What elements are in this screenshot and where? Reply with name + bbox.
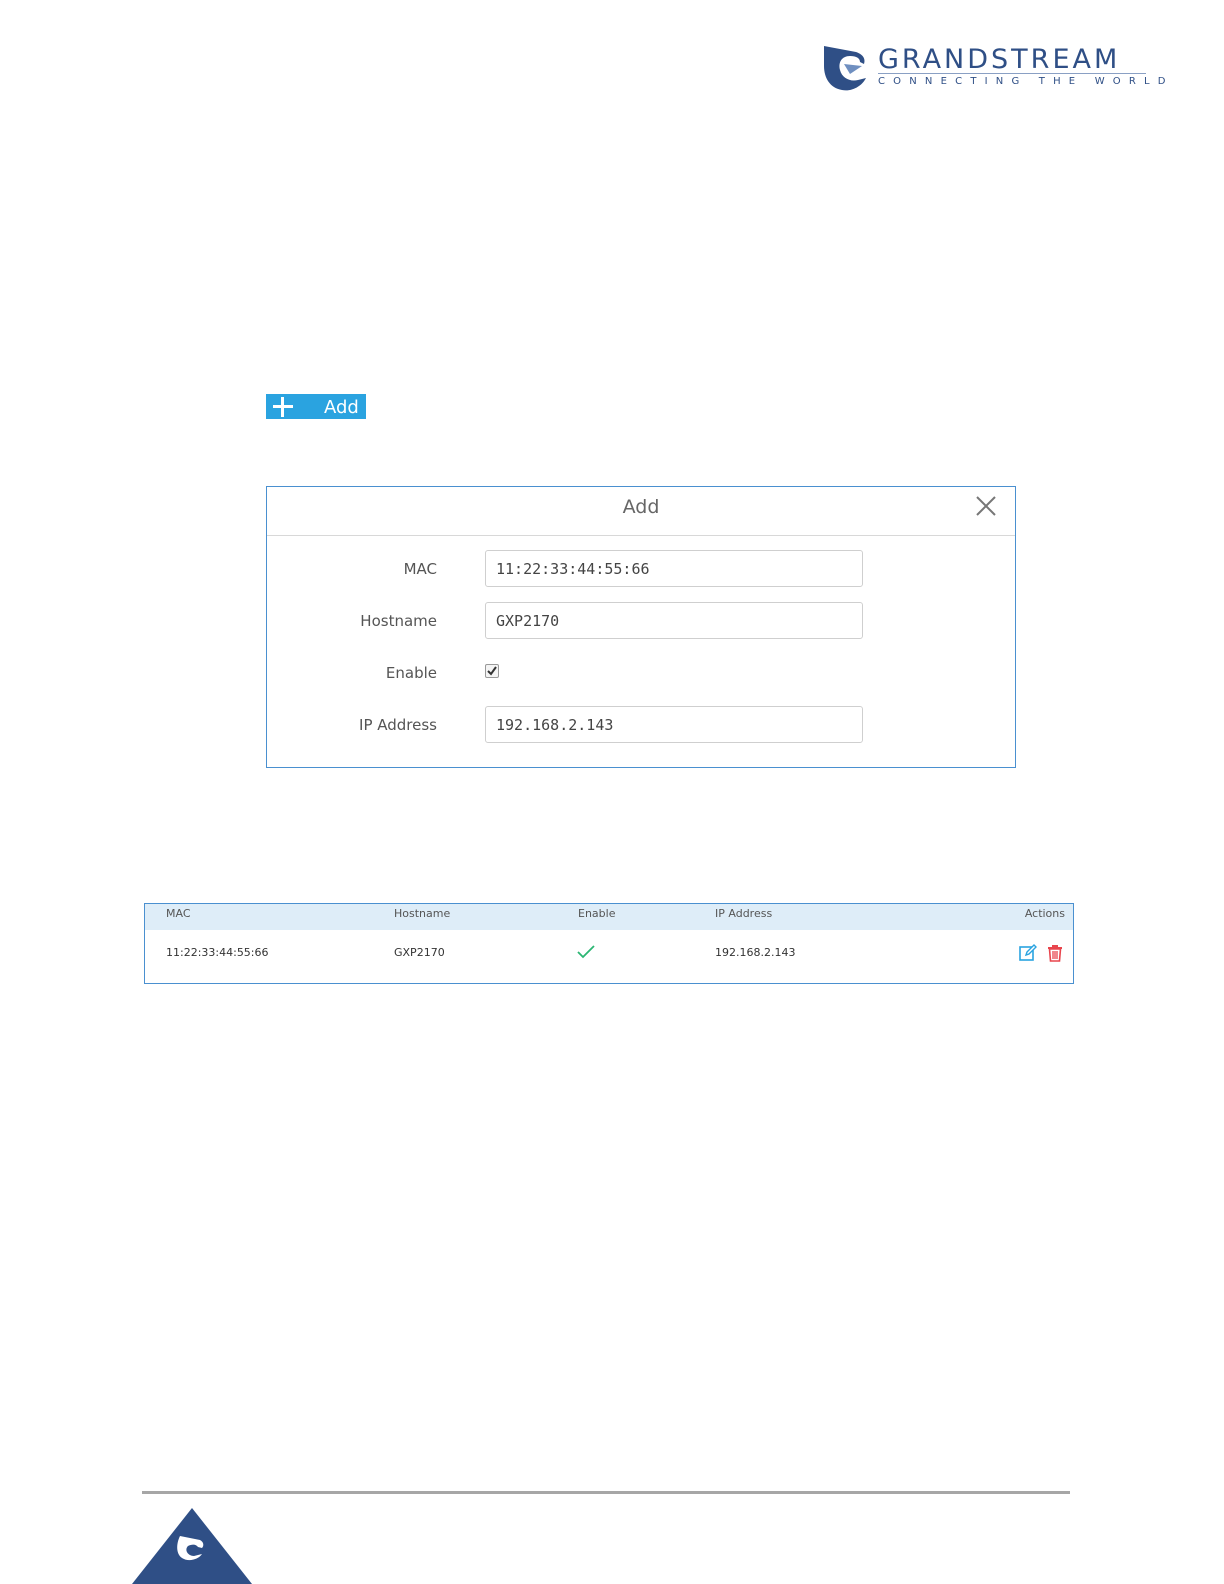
mac-input[interactable] xyxy=(485,550,863,587)
dialog-header: Add xyxy=(267,487,1015,536)
enable-label: Enable xyxy=(385,664,437,682)
column-header-enable: Enable xyxy=(578,907,616,920)
column-header-hostname: Hostname xyxy=(394,907,451,920)
grandstream-logo: GRANDSTREAM CONNECTING THE WORLD xyxy=(822,44,1165,94)
logo-wordmark: GRANDSTREAM xyxy=(878,44,1121,75)
grandstream-logo-icon xyxy=(824,46,866,91)
footer-logo-icon xyxy=(132,1508,252,1584)
table-header: MAC Hostname Enable IP Address Actions xyxy=(145,904,1073,930)
logo-divider xyxy=(878,73,1146,74)
hostname-label: Hostname xyxy=(360,612,437,630)
logo-tagline: CONNECTING THE WORLD xyxy=(878,76,1174,87)
cell-hostname: GXP2170 xyxy=(394,946,445,959)
checkmark-icon xyxy=(487,666,497,676)
check-icon xyxy=(577,945,595,959)
add-button[interactable]: Add xyxy=(266,394,366,419)
ip-row: IP Address xyxy=(267,706,1015,744)
mac-label: MAC xyxy=(403,560,437,578)
column-header-actions: Actions xyxy=(1024,907,1065,920)
hostname-row: Hostname xyxy=(267,602,1015,640)
add-dialog: Add MAC Hostname Enable IP Address xyxy=(266,486,1016,768)
cell-mac: 11:22:33:44:55:66 xyxy=(166,946,269,959)
add-button-label: Add xyxy=(324,397,359,418)
ip-input[interactable] xyxy=(485,706,863,743)
footer-divider xyxy=(142,1491,1070,1494)
ip-label: IP Address xyxy=(359,716,437,734)
delete-icon[interactable] xyxy=(1046,944,1064,962)
dialog-title: Add xyxy=(622,496,660,518)
column-header-ip: IP Address xyxy=(715,907,773,920)
plus-icon xyxy=(273,397,293,417)
close-icon[interactable] xyxy=(975,495,997,517)
hostname-input[interactable] xyxy=(485,602,863,639)
cell-ip: 192.168.2.143 xyxy=(715,946,796,959)
column-header-mac: MAC xyxy=(166,907,191,920)
enable-row: Enable xyxy=(267,654,1015,692)
enable-checkbox[interactable] xyxy=(485,664,499,678)
static-binding-table: MAC Hostname Enable IP Address Actions 1… xyxy=(144,903,1074,984)
edit-icon[interactable] xyxy=(1019,944,1037,962)
mac-row: MAC xyxy=(267,550,1015,588)
